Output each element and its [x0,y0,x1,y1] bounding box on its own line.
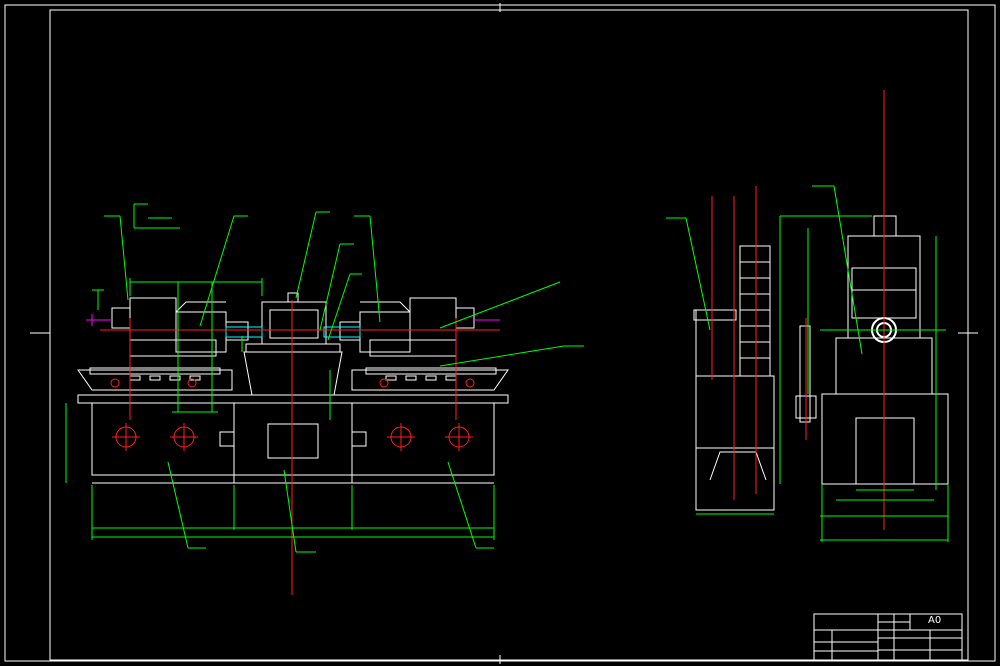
cad-drawing-canvas [4,3,996,664]
slide-rails [77,367,509,391]
center-fixture [243,292,343,396]
side-view-left [666,186,775,515]
side-view-right [779,90,949,542]
title-block-title [816,617,876,627]
machine-base [77,394,509,484]
front-view [65,203,584,595]
title-block-sheet-size: A0 [928,615,942,626]
spindles [86,314,500,338]
front-leaders [104,211,584,553]
sheet-border [4,3,996,664]
